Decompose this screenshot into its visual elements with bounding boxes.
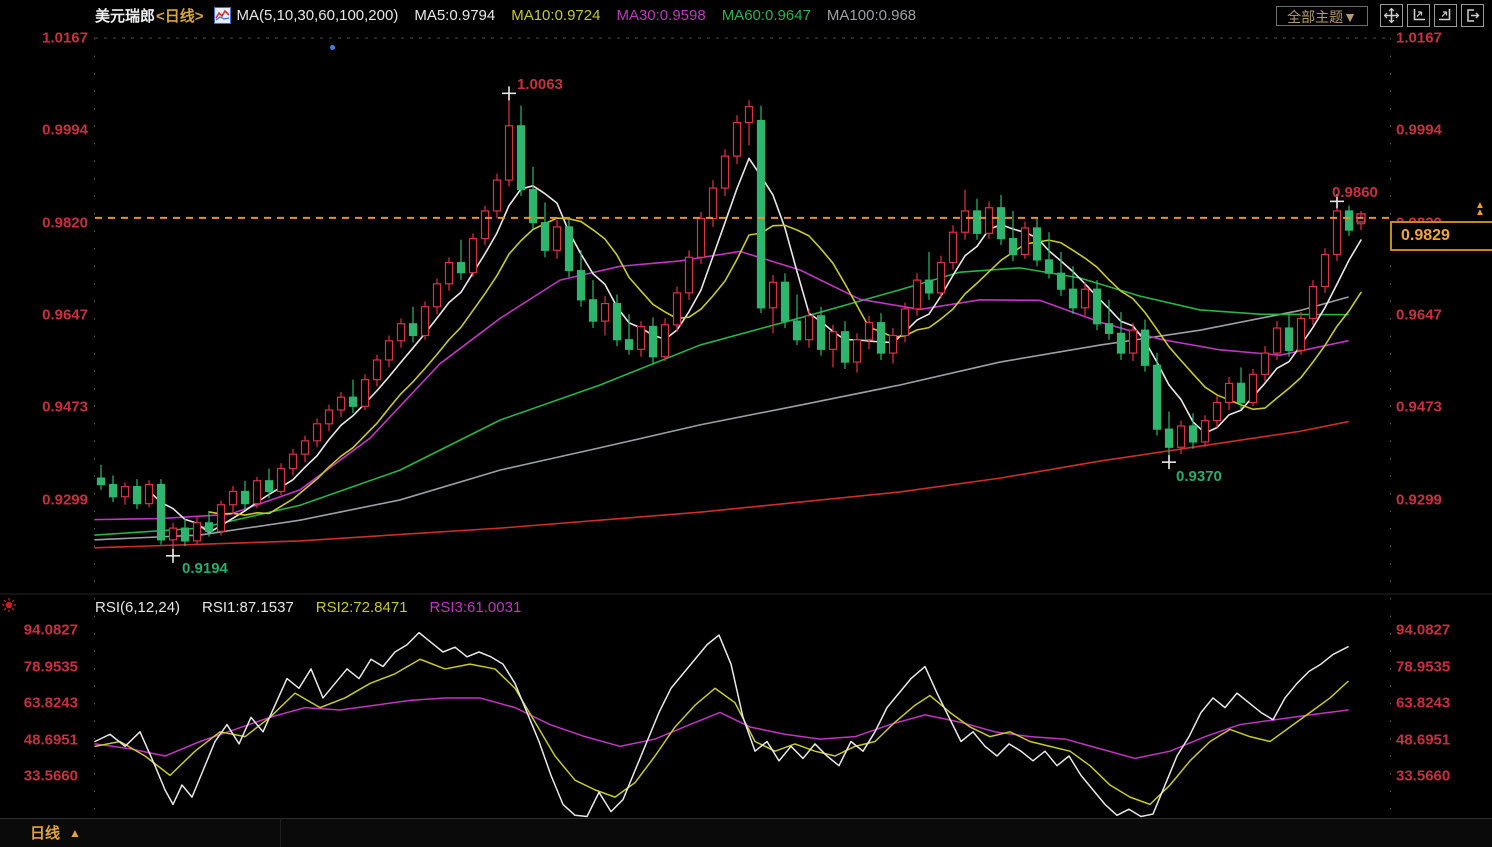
ma-params-label: MA(5,10,30,60,100,200) — [237, 7, 399, 24]
price-up-arrows-icon: ▲▲ — [1475, 202, 1485, 216]
rsi-value-3: RSI3:61.0031 — [430, 599, 522, 616]
right-scale-icon[interactable] — [1434, 4, 1457, 27]
indicator-marker-icon — [1, 597, 17, 613]
rsi-legend: RSI(6,12,24) RSI1:87.1537 RSI2:72.8471 RSI3… — [95, 599, 521, 616]
ma-value-2: MA10:0.9724 — [511, 7, 600, 24]
bottom-bar — [0, 818, 1492, 847]
instrument-title: 美元瑞郎 <日线> — [95, 5, 204, 26]
top-bar-controls: 全部主题▼ — [1276, 4, 1484, 27]
bottom-bar-divider — [280, 818, 281, 847]
rsi-value-1: RSI1:87.1537 — [202, 599, 294, 616]
ma-legend: MA(5,10,30,60,100,200) MA5:0.9794 MA10:0.9… — [237, 7, 917, 24]
period-label: 日线 — [30, 822, 60, 843]
event-dot — [330, 45, 335, 50]
ma-value-3: MA30:0.9598 — [616, 7, 705, 24]
rsi-params-label: RSI(6,12,24) — [95, 599, 180, 616]
theme-selector-button[interactable]: 全部主题▼ — [1276, 6, 1368, 26]
indicator-chart-icon[interactable] — [214, 7, 231, 24]
ma-value-1: MA5:0.9794 — [414, 7, 495, 24]
export-icon[interactable] — [1461, 4, 1484, 27]
ma-value-4: MA60:0.9647 — [722, 7, 811, 24]
current-price-tag: 0.9829 — [1390, 221, 1492, 251]
left-scale-icon[interactable] — [1407, 4, 1430, 27]
ma-value-5: MA100:0.968 — [827, 7, 916, 24]
period-selector[interactable]: 日线 ▲ — [30, 822, 81, 843]
symbol-name: 美元瑞郎 — [95, 5, 155, 26]
period-arrow-icon: ▲ — [69, 826, 81, 840]
rsi-value-2: RSI2:72.8471 — [316, 599, 408, 616]
period-tag: <日线> — [156, 5, 204, 26]
move-icon[interactable] — [1380, 4, 1403, 27]
top-bar: 美元瑞郎 <日线> MA(5,10,30,60,100,200) MA5:0.97… — [0, 0, 1492, 30]
trading-app-window: 美元瑞郎 <日线> MA(5,10,30,60,100,200) MA5:0.97… — [0, 0, 1492, 847]
candlestick-chart-canvas[interactable] — [0, 0, 1492, 847]
